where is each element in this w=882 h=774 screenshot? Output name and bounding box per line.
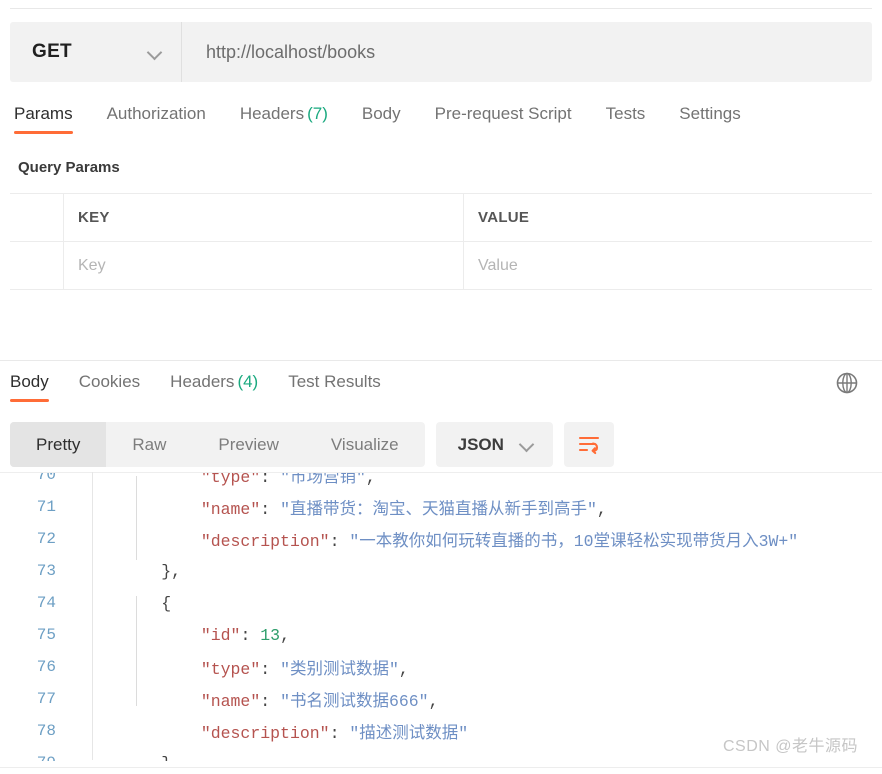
tab-body-label: Body: [361, 104, 401, 123]
tab-test-results-label: Test Results: [288, 372, 381, 391]
code-line: 76 "type": "类别测试数据",: [0, 651, 882, 683]
http-method-dropdown[interactable]: GET: [10, 22, 182, 82]
code-line: 74 {: [0, 587, 882, 619]
code-line-number: 77: [36, 690, 56, 708]
chevron-down-icon: [520, 437, 535, 452]
query-params-title: Query Params: [18, 159, 120, 176]
tab-body[interactable]: Body: [362, 100, 421, 136]
code-line: 71 "name": "直播带货：淘宝、天猫直播从新手到高手",: [0, 491, 882, 523]
request-tabs: Params Authorization Headers (7) Body Pre…: [14, 100, 761, 136]
view-mode-pretty[interactable]: Pretty: [10, 422, 107, 467]
code-line-number: 75: [36, 626, 56, 644]
code-line-number: 71: [36, 498, 56, 516]
code-line-text: },: [82, 561, 182, 581]
code-indent-guide: [136, 476, 137, 560]
tab-response-cookies-label: Cookies: [78, 372, 141, 391]
tab-pre-request-script[interactable]: Pre-request Script: [435, 100, 592, 136]
tab-response-body[interactable]: Body: [10, 370, 49, 404]
response-section-divider: [0, 360, 882, 361]
code-gutter-divider: [92, 472, 93, 760]
tab-authorization-label: Authorization: [106, 104, 206, 123]
http-method-label: GET: [32, 41, 72, 62]
column-header-key: KEY: [64, 194, 464, 241]
tab-authorization[interactable]: Authorization: [107, 100, 226, 136]
tab-settings-label: Settings: [679, 104, 741, 123]
chevron-down-icon: [148, 45, 163, 60]
tab-settings[interactable]: Settings: [679, 100, 760, 136]
code-indent-guide: [136, 596, 137, 706]
globe-icon[interactable]: [834, 370, 860, 396]
code-line-number: 74: [36, 594, 56, 612]
param-key-placeholder: Key: [78, 256, 106, 274]
tab-response-headers-count: (4): [237, 372, 259, 391]
code-line-number: 78: [36, 722, 56, 740]
param-key-input[interactable]: Key: [64, 242, 464, 289]
tab-params-label: Params: [14, 104, 73, 123]
tab-pre-request-script-label: Pre-request Script: [434, 104, 572, 123]
column-header-key-label: KEY: [78, 209, 110, 226]
tab-tests-label: Tests: [605, 104, 646, 123]
tab-headers-label: Headers: [239, 104, 305, 123]
select-all-checkbox-cell[interactable]: [10, 194, 64, 241]
top-divider: [10, 8, 872, 9]
code-line-text: "description": "描述测试数据": [200, 724, 469, 743]
code-line-text: "name": "书名测试数据666",: [200, 692, 439, 711]
view-mode-group: Pretty Raw Preview Visualize: [10, 422, 425, 467]
code-line-number: 70: [36, 472, 56, 484]
query-params-table: KEY VALUE Key Value: [10, 193, 872, 290]
bottom-divider: [0, 767, 882, 768]
tab-response-cookies[interactable]: Cookies: [79, 370, 140, 404]
watermark: CSDN @老牛源码: [722, 738, 858, 755]
view-mode-preview[interactable]: Preview: [192, 422, 304, 467]
param-value-input[interactable]: Value: [464, 242, 872, 289]
code-line-text: }: [72, 754, 171, 762]
response-body-code-viewer[interactable]: 70 "type": "市场营销", 71 "name": "直播带货：淘宝、天猫…: [0, 472, 882, 761]
code-line: 73 },: [0, 555, 882, 587]
tab-response-headers-label: Headers: [170, 372, 235, 391]
code-line-text: {: [82, 593, 172, 613]
tab-test-results[interactable]: Test Results: [288, 370, 381, 404]
row-checkbox-cell[interactable]: [10, 242, 64, 289]
tab-response-body-label: Body: [10, 372, 49, 391]
url-input[interactable]: http://localhost/books: [182, 22, 872, 82]
table-row: Key Value: [10, 242, 872, 289]
view-mode-raw[interactable]: Raw: [106, 422, 192, 467]
code-line-text: "type": "类别测试数据",: [200, 660, 409, 679]
response-format-toolbar: Pretty Raw Preview Visualize JSON: [10, 422, 614, 467]
column-header-value: VALUE: [464, 194, 872, 241]
code-line-number: 76: [36, 658, 56, 676]
table-header-row: KEY VALUE: [10, 194, 872, 242]
code-line-text: "name": "直播带货：淘宝、天猫直播从新手到高手",: [200, 500, 607, 519]
request-url-bar: GET http://localhost/books: [10, 22, 872, 82]
wrap-lines-button[interactable]: [563, 422, 614, 467]
response-format-dropdown[interactable]: JSON: [435, 422, 553, 467]
code-line-text: "description": "一本教你如何玩转直播的书，10堂课轻松实现带货月…: [200, 532, 799, 551]
param-value-placeholder: Value: [478, 256, 518, 274]
code-line: 70 "type": "市场营销",: [0, 472, 882, 491]
code-line: 75 "id": 13,: [0, 619, 882, 651]
wrap-lines-icon: [578, 436, 599, 454]
tab-headers-count: (7): [307, 104, 328, 123]
response-format-label: JSON: [457, 434, 504, 454]
code-line-text: "type": "市场营销",: [200, 472, 376, 487]
code-line-text: "id": 13,: [200, 625, 290, 645]
tab-params[interactable]: Params: [14, 100, 93, 136]
code-line-number: 79: [0, 754, 72, 761]
tab-tests[interactable]: Tests: [606, 100, 666, 136]
code-line: 72 "description": "一本教你如何玩转直播的书，10堂课轻松实现…: [0, 523, 882, 555]
response-tabs: Body Cookies Headers (4) Test Results: [10, 370, 411, 404]
code-line-number: 72: [36, 530, 56, 548]
view-mode-visualize[interactable]: Visualize: [305, 422, 425, 467]
tab-headers[interactable]: Headers (7): [240, 100, 348, 136]
tab-response-headers[interactable]: Headers (4): [170, 370, 258, 404]
code-line: 77 "name": "书名测试数据666",: [0, 683, 882, 715]
code-line-number: 73: [36, 562, 56, 580]
column-header-value-label: VALUE: [478, 209, 530, 226]
